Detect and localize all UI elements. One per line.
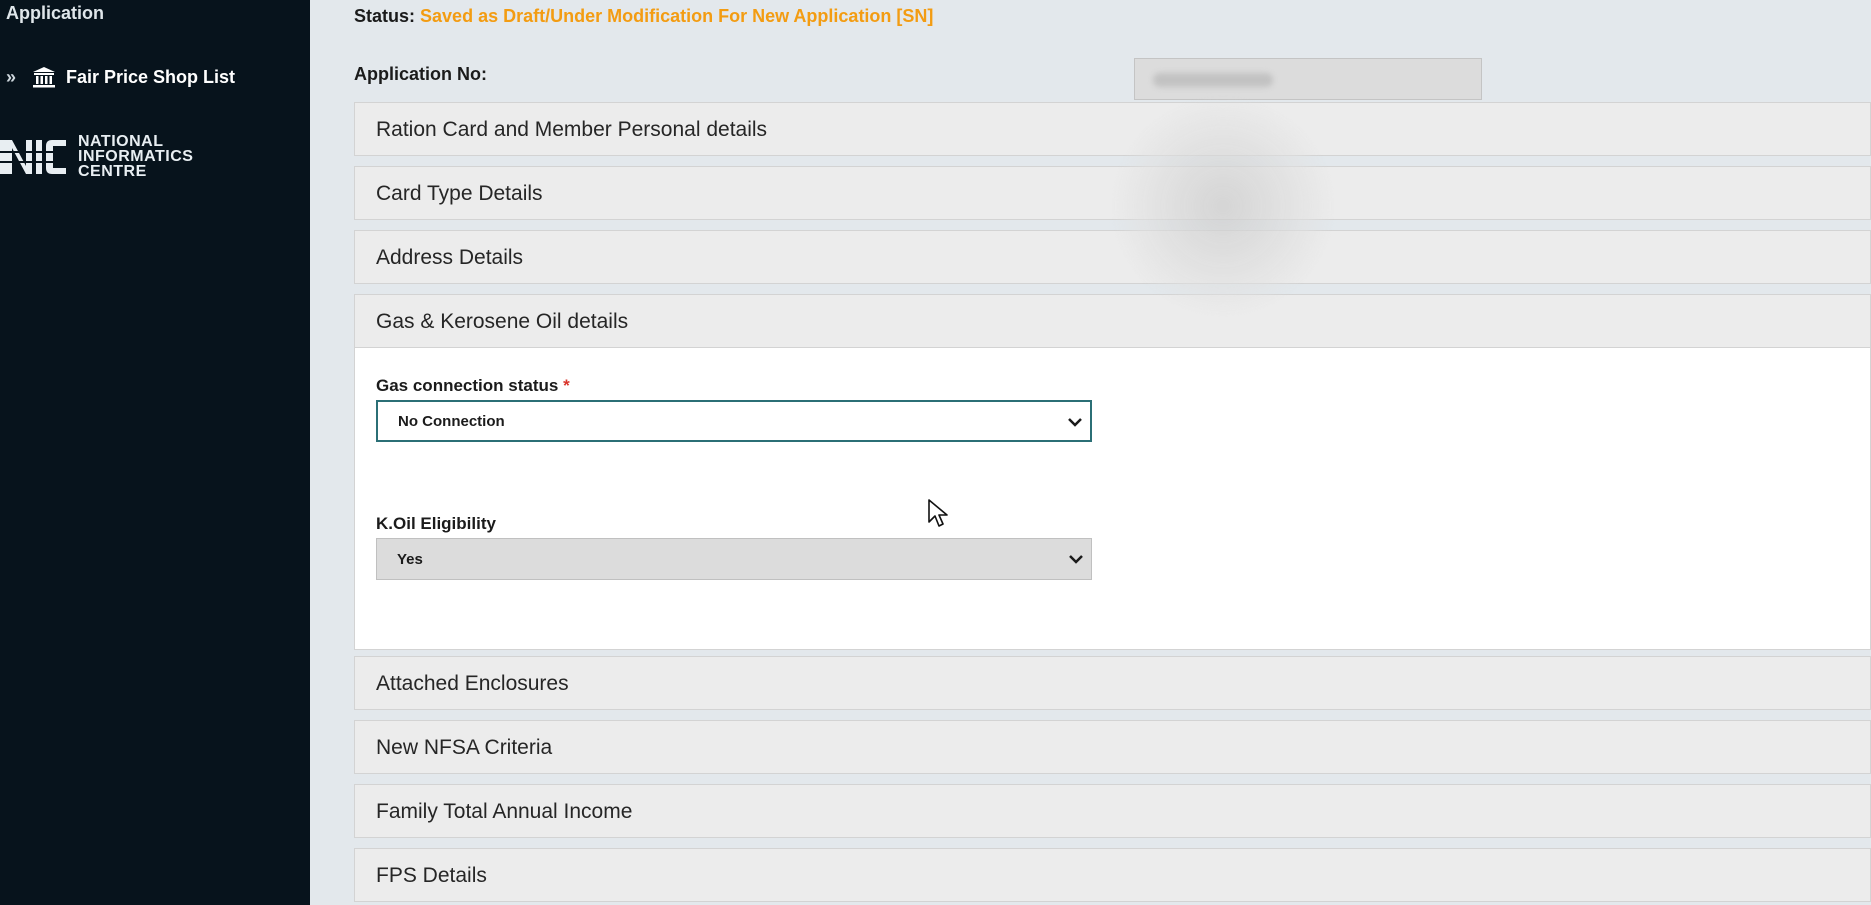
status-line: Status: Saved as Draft/Under Modificatio… bbox=[354, 6, 933, 27]
panel-fps-details[interactable]: FPS Details bbox=[354, 848, 1871, 902]
panel-title: New NFSA Criteria bbox=[376, 736, 553, 759]
panel-new-nfsa-criteria[interactable]: New NFSA Criteria bbox=[354, 720, 1871, 774]
panel-address-details[interactable]: Address Details bbox=[354, 230, 1871, 284]
bank-icon bbox=[33, 67, 55, 88]
gas-connection-value: No Connection bbox=[398, 412, 505, 430]
logo-line-3: CENTRE bbox=[78, 163, 147, 180]
status-value: Saved as Draft/Under Modification For Ne… bbox=[420, 6, 934, 26]
panel-card-type-details[interactable]: Card Type Details bbox=[354, 166, 1871, 220]
logo-line-2: INFORMATICS bbox=[78, 148, 194, 165]
mouse-cursor-icon bbox=[928, 499, 948, 527]
sidebar-item-fair-price-shop-list[interactable]: » Fair Price Shop List bbox=[6, 64, 235, 90]
sidebar-title: Application bbox=[6, 3, 104, 23]
chevron-down-icon bbox=[1068, 418, 1082, 427]
nic-logo: NATIONAL INFORMATICS CENTRE bbox=[0, 133, 194, 180]
gas-connection-label: Gas connection status * bbox=[376, 376, 570, 396]
status-label: Status: bbox=[354, 6, 416, 26]
koil-eligibility-value: Yes bbox=[397, 550, 423, 568]
redacted-value bbox=[1153, 73, 1273, 87]
panel-family-total-annual-income[interactable]: Family Total Annual Income bbox=[354, 784, 1871, 838]
sidebar-item-label: Fair Price Shop List bbox=[66, 66, 236, 87]
logo-line-1: NATIONAL bbox=[78, 133, 164, 150]
gas-connection-select[interactable]: No Connection bbox=[376, 400, 1092, 442]
panel-title: Gas & Kerosene Oil details bbox=[376, 310, 629, 333]
main-content: Status: Saved as Draft/Under Modificatio… bbox=[310, 0, 1871, 905]
required-mark: * bbox=[563, 376, 570, 395]
panel-gas-kerosene-details[interactable]: Gas & Kerosene Oil details bbox=[354, 294, 1871, 348]
panel-title: Attached Enclosures bbox=[376, 672, 569, 695]
gas-connection-label-text: Gas connection status bbox=[376, 376, 559, 395]
panel-ration-card-member-details[interactable]: Ration Card and Member Personal details bbox=[354, 102, 1871, 156]
application-no-field bbox=[1134, 58, 1482, 100]
panel-title: Address Details bbox=[376, 246, 524, 269]
gas-kerosene-panel-body: Gas connection status * No Connection K.… bbox=[354, 348, 1871, 650]
sidebar: Application » Fair Price Shop List NATIO… bbox=[0, 0, 310, 905]
koil-eligibility-select[interactable]: Yes bbox=[376, 538, 1092, 580]
blurred-overlay bbox=[1114, 100, 1332, 312]
application-no-label: Application No: bbox=[354, 64, 487, 84]
double-chevron-right-icon: » bbox=[6, 66, 17, 87]
chevron-down-icon bbox=[1069, 555, 1083, 564]
panel-title: Family Total Annual Income bbox=[376, 800, 633, 823]
nic-mark-icon bbox=[0, 139, 68, 174]
koil-eligibility-label: K.Oil Eligibility bbox=[376, 514, 496, 533]
panel-attached-enclosures[interactable]: Attached Enclosures bbox=[354, 656, 1871, 710]
panel-title: Ration Card and Member Personal details bbox=[376, 118, 768, 141]
panel-title: FPS Details bbox=[376, 864, 487, 887]
panel-title: Card Type Details bbox=[376, 182, 543, 205]
